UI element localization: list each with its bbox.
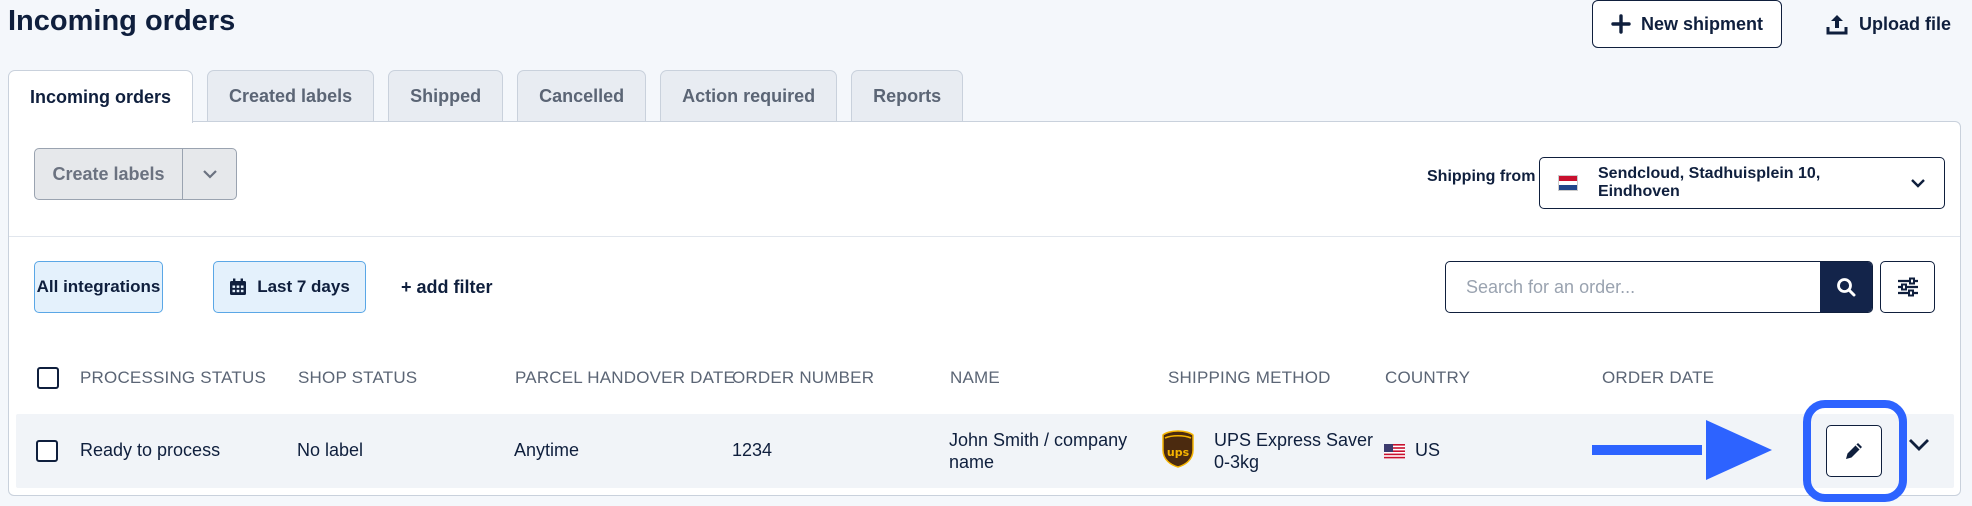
column-parcel-handover-date[interactable]: PARCEL HANDOVER DATE — [515, 368, 735, 388]
column-shop-status[interactable]: SHOP STATUS — [298, 368, 417, 388]
create-labels-split-button[interactable]: Create labels — [34, 148, 237, 200]
tab-bar: Incoming orders Created labels Shipped C… — [8, 70, 964, 123]
tab-action-required[interactable]: Action required — [660, 70, 838, 122]
plus-icon — [1611, 14, 1631, 34]
sliders-icon — [1897, 277, 1918, 297]
row-country: US — [1415, 440, 1441, 460]
column-name[interactable]: NAME — [950, 368, 1000, 388]
all-integrations-filter[interactable]: All integrations — [34, 261, 163, 313]
arrow-right-icon — [1592, 420, 1772, 480]
new-shipment-button[interactable]: New shipment — [1592, 0, 1782, 48]
shipping-from-select[interactable]: Sendcloud, Stadhuisplein 10, Eindhoven — [1539, 157, 1945, 209]
tab-created-labels[interactable]: Created labels — [207, 70, 375, 122]
tab-cancelled[interactable]: Cancelled — [517, 70, 647, 122]
us-flag-icon — [1384, 444, 1405, 459]
tab-shipped[interactable]: Shipped — [388, 70, 504, 122]
date-range-filter[interactable]: Last 7 days — [213, 261, 366, 313]
column-order-number[interactable]: ORDER NUMBER — [732, 368, 874, 388]
chevron-down-icon — [1911, 179, 1925, 188]
create-labels-button[interactable]: Create labels — [35, 149, 183, 199]
svg-text:ups: ups — [1167, 446, 1190, 459]
search-icon — [1837, 278, 1856, 297]
upload-icon — [1826, 15, 1848, 35]
date-range-label: Last 7 days — [257, 277, 350, 296]
nl-flag-icon — [1558, 175, 1578, 191]
shipping-from-value: Sendcloud, Stadhuisplein 10, Eindhoven — [1598, 165, 1821, 200]
shipping-from-label: Shipping from — [1427, 168, 1536, 185]
column-order-date[interactable]: ORDER DATE — [1602, 368, 1714, 388]
upload-file-button[interactable]: Upload file — [1808, 0, 1968, 48]
add-filter-link[interactable]: + add filter — [401, 277, 493, 298]
order-search — [1445, 261, 1873, 313]
upload-file-label: Upload file — [1858, 13, 1951, 34]
chevron-down-icon[interactable] — [1908, 438, 1930, 452]
row-customer-name: John Smith / company name — [949, 430, 1128, 472]
row-order-number: 1234 — [732, 440, 773, 460]
divider — [9, 236, 1960, 237]
column-shipping-method[interactable]: SHIPPING METHOD — [1168, 368, 1331, 388]
row-shipping-method: UPS Express Saver 0-3kg — [1214, 430, 1374, 472]
column-processing-status[interactable]: PROCESSING STATUS — [80, 368, 266, 388]
search-input[interactable] — [1446, 262, 1820, 312]
chevron-down-icon — [202, 170, 217, 179]
table-settings-button[interactable] — [1880, 261, 1935, 313]
tab-incoming-orders[interactable]: Incoming orders — [8, 70, 194, 123]
create-labels-dropdown[interactable] — [183, 149, 236, 199]
row-processing-status: Ready to process — [80, 440, 221, 460]
row-handover-date: Anytime — [514, 440, 580, 460]
column-country[interactable]: COUNTRY — [1385, 368, 1470, 388]
page-title: Incoming orders — [8, 5, 236, 37]
search-button[interactable] — [1820, 262, 1872, 312]
page: Incoming orders New shipment Upload file… — [0, 0, 1972, 506]
new-shipment-label: New shipment — [1640, 13, 1764, 34]
edit-order-button[interactable] — [1826, 425, 1882, 477]
tab-reports[interactable]: Reports — [851, 70, 964, 122]
pencil-icon — [1846, 443, 1862, 459]
row-checkbox[interactable] — [36, 440, 58, 462]
ups-logo-icon: ups — [1162, 430, 1194, 468]
row-shop-status: No label — [297, 440, 364, 460]
calendar-icon — [230, 278, 247, 295]
select-all-checkbox[interactable] — [37, 367, 59, 389]
all-integrations-label: All integrations — [36, 277, 161, 296]
